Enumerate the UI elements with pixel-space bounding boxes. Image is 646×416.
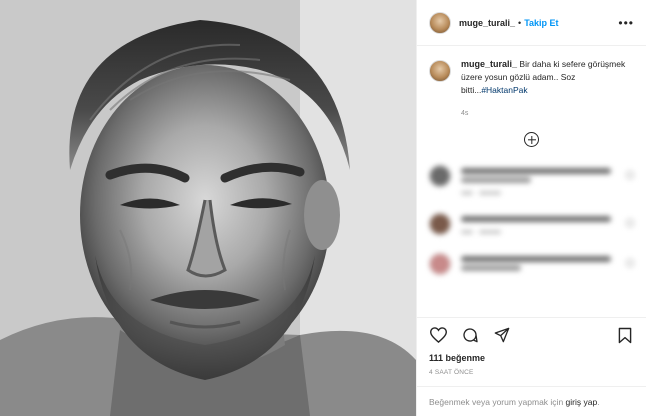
- login-prompt: Beğenmek veya yorum yapmak için giriş ya…: [417, 386, 646, 416]
- follow-button[interactable]: Takip Et: [524, 18, 558, 28]
- login-link[interactable]: giriş yap: [566, 397, 598, 407]
- avatar[interactable]: [429, 11, 451, 34]
- blurred-comment: [429, 253, 634, 275]
- action-row: [429, 326, 634, 344]
- blurred-meta: [461, 230, 611, 234]
- plus-circle-icon[interactable]: [524, 132, 539, 147]
- caption-time: 4s: [461, 110, 469, 117]
- blurred-text: [461, 177, 531, 183]
- separator-dot: •: [518, 17, 522, 28]
- heart-icon: [626, 219, 634, 227]
- post-photo[interactable]: [0, 0, 416, 416]
- blurred-comment-body: [461, 213, 611, 235]
- login-prompt-end: .: [597, 397, 600, 407]
- caption-username[interactable]: muge_turali_: [461, 59, 517, 69]
- blurred-text: [461, 256, 611, 262]
- caption-body: muge_turali_ Bir daha ki sefere görüşmek…: [461, 58, 634, 120]
- heart-icon[interactable]: [429, 326, 447, 344]
- login-prompt-text: Beğenmek veya yorum yapmak için: [429, 397, 566, 407]
- instagram-post: muge_turali_ • Takip Et ••• muge_turali_…: [0, 0, 646, 416]
- header-username[interactable]: muge_turali_: [459, 18, 515, 28]
- blurred-avatar-icon: [429, 165, 451, 187]
- caption: muge_turali_ Bir daha ki sefere görüşmek…: [429, 58, 634, 120]
- blurred-comment-body: [461, 253, 611, 275]
- load-more-comments[interactable]: [429, 132, 634, 147]
- blurred-comment: [429, 213, 634, 235]
- bookmark-icon[interactable]: [616, 326, 634, 344]
- heart-icon: [626, 259, 634, 267]
- hashtag-link[interactable]: #HaktanPak: [481, 85, 527, 95]
- post-side-panel: muge_turali_ • Takip Et ••• muge_turali_…: [416, 0, 646, 416]
- blurred-text: [461, 265, 521, 271]
- blurred-text: [461, 168, 611, 174]
- heart-icon: [626, 171, 634, 179]
- blurred-comment: [429, 165, 634, 195]
- likes-count[interactable]: 111 beğenme: [429, 353, 634, 363]
- post-timestamp: 4 SAAT ÖNCE: [429, 369, 474, 376]
- avatar[interactable]: [429, 60, 451, 82]
- comment-icon[interactable]: [461, 326, 479, 344]
- blurred-comment-body: [461, 165, 611, 195]
- blurred-text: [461, 216, 611, 222]
- share-icon[interactable]: [493, 326, 511, 344]
- blurred-meta: [461, 191, 611, 195]
- post-actions: 111 beğenme 4 SAAT ÖNCE: [417, 317, 646, 376]
- comments-section: muge_turali_ Bir daha ki sefere görüşmek…: [417, 46, 646, 317]
- post-header: muge_turali_ • Takip Et •••: [417, 0, 646, 46]
- more-options-icon[interactable]: •••: [618, 17, 634, 29]
- blurred-avatar-icon: [429, 253, 451, 275]
- blurred-avatar-icon: [429, 213, 451, 235]
- portrait-illustration: [0, 0, 416, 416]
